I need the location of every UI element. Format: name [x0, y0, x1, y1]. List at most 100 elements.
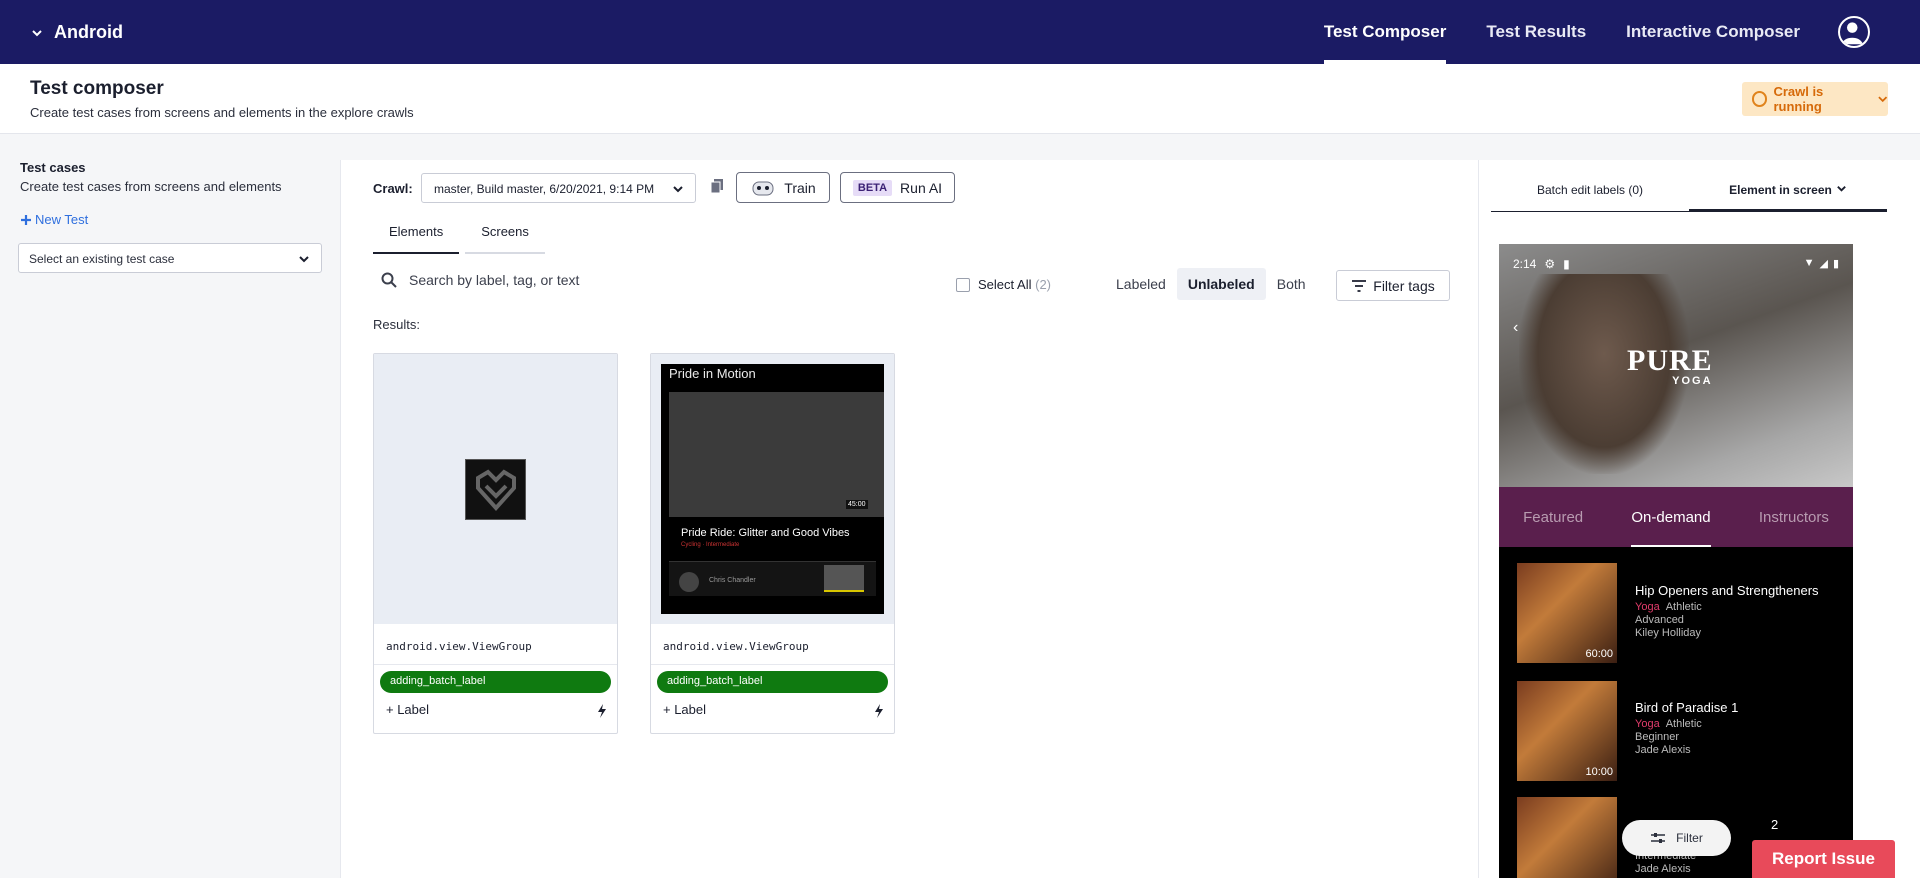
divider	[651, 664, 894, 665]
segment-labeled[interactable]: Labeled	[1105, 268, 1177, 300]
crawl-label: Crawl:	[373, 181, 413, 196]
video-info: Bird of Paradise 1 Yoga Athletic Beginner…	[1635, 700, 1738, 756]
segment-both[interactable]: Both	[1266, 268, 1317, 300]
crawl-status-text: Crawl is running	[1773, 84, 1824, 114]
select-all-checkbox[interactable]	[956, 277, 970, 292]
chevron-down-icon	[1837, 186, 1846, 192]
nav-interactive-composer[interactable]: Interactive Composer	[1626, 0, 1800, 64]
sidebar-subtitle: Create test cases from screens and eleme…	[20, 179, 282, 194]
nav-test-results[interactable]: Test Results	[1486, 0, 1586, 64]
segment-unlabeled[interactable]: Unlabeled	[1176, 268, 1266, 300]
signal-icon: ◢	[1819, 258, 1828, 270]
video-preview: Pride in Motion 45:00 Pride Ride: Glitte…	[661, 364, 884, 614]
preview-instructor: Chris Chandler	[709, 577, 756, 584]
element-card[interactable]: Pride in Motion 45:00 Pride Ride: Glitte…	[650, 353, 895, 734]
right-panel-tabs: Batch edit labels (0) Element in screen	[1491, 180, 1887, 212]
label-tag[interactable]: adding_batch_label	[380, 671, 611, 693]
top-nav: Android Test Composer Test Results Inter…	[0, 0, 1920, 64]
crawl-status-badge[interactable]: Crawl is running	[1742, 82, 1888, 116]
existing-test-placeholder: Select an existing test case	[29, 252, 175, 266]
video-duration: 60:00	[1585, 648, 1613, 660]
element-screen-tabs: Elements Screens	[373, 224, 551, 254]
plus-icon	[21, 214, 31, 225]
report-issue-button[interactable]: Report Issue	[1752, 840, 1895, 878]
video-level: Beginner	[1635, 731, 1680, 743]
page-title: Test composer	[30, 78, 164, 99]
preview-avatar	[679, 572, 699, 592]
filter-tags-button[interactable]: Filter tags	[1336, 270, 1450, 301]
preview-duration: 45:00	[846, 500, 868, 509]
search-icon	[381, 272, 397, 288]
tab-elements[interactable]: Elements	[373, 224, 460, 254]
chevron-down-icon	[299, 256, 309, 263]
crawl-select[interactable]: master, Build master, 6/20/2021, 9:14 PM	[421, 173, 696, 203]
sd-card-icon: ▮	[1563, 257, 1570, 271]
test-cases-sidebar: Test cases Create test cases from screen…	[0, 135, 340, 878]
video-info: 2	[1771, 817, 1778, 832]
category-featured: Featured	[1523, 508, 1584, 526]
lightning-icon[interactable]	[597, 704, 607, 718]
select-all[interactable]: Select All (2)	[956, 277, 1051, 292]
chevron-down-icon	[1877, 96, 1887, 103]
category-on-demand: On-demand	[1631, 487, 1711, 547]
preview-title: Pride in Motion	[669, 366, 756, 381]
element-thumbnail: Pride in Motion 45:00 Pride Ride: Glitte…	[651, 354, 894, 624]
element-card[interactable]: android.view.ViewGroup adding_batch_labe…	[373, 353, 618, 734]
train-button[interactable]: Train	[736, 172, 830, 203]
video-style: Yoga Athletic	[1635, 718, 1738, 730]
video-title: Hip Openers and Strengtheners	[1635, 583, 1819, 598]
filter-icon	[1352, 279, 1367, 292]
user-avatar-icon[interactable]	[1838, 16, 1870, 48]
preview-caption: Pride Ride: Glitter and Good Vibes	[681, 527, 850, 539]
label-tag[interactable]: adding_batch_label	[657, 671, 888, 693]
element-thumbnail	[374, 354, 617, 624]
select-all-label: Select All	[978, 277, 1032, 292]
video-instructor: Jade Alexis	[1635, 863, 1691, 875]
add-label-button[interactable]: + Label	[663, 702, 706, 717]
video-type: Yoga	[1635, 718, 1660, 730]
search-placeholder: Search by label, tag, or text	[409, 272, 580, 288]
video-thumbnail: 60:00	[1517, 563, 1617, 663]
chevron-down-icon	[32, 29, 42, 36]
search-field[interactable]: Search by label, tag, or text	[381, 272, 579, 288]
nav-links: Test Composer Test Results Interactive C…	[1323, 0, 1920, 64]
nav-test-composer[interactable]: Test Composer	[1323, 0, 1446, 64]
sliders-icon	[1651, 833, 1666, 843]
run-ai-button[interactable]: BETA Run AI	[840, 172, 955, 203]
video-thumbnail	[1517, 797, 1617, 878]
tab-screens[interactable]: Screens	[465, 224, 545, 254]
category-tabs: Featured On-demand Instructors	[1499, 487, 1853, 547]
existing-test-select[interactable]: Select an existing test case	[18, 243, 322, 273]
page-header: Test composer Create test cases from scr…	[0, 64, 1920, 134]
project-name: Android	[54, 22, 123, 42]
video-instructor: Kiley Holliday	[1635, 627, 1702, 639]
add-label-button[interactable]: + Label	[386, 702, 429, 717]
settings-icon: ⚙	[1544, 257, 1556, 271]
new-test-label: New Test	[35, 212, 89, 227]
status-bar: 2:14 ⚙ ▮	[1513, 257, 1570, 271]
project-selector[interactable]: Android	[30, 22, 123, 43]
preview-image	[669, 392, 884, 517]
preview-category: Cycling · Intermediate	[681, 542, 740, 548]
results-label: Results:	[373, 317, 420, 332]
video-level: Advanced	[1635, 614, 1684, 626]
new-test-button[interactable]: New Test	[20, 212, 88, 227]
video-style-text: Athletic	[1665, 601, 1702, 613]
status-time: 2:14	[1513, 257, 1537, 271]
lightning-icon[interactable]	[874, 704, 884, 718]
filter-tags-label: Filter tags	[1373, 277, 1435, 294]
spinner-icon	[1752, 91, 1768, 107]
video-style: Yoga Athletic	[1635, 601, 1819, 613]
run-ai-label: Run AI	[900, 179, 943, 196]
chevron-down-icon	[673, 186, 683, 193]
tab-element-in-screen-label: Element in screen	[1729, 183, 1832, 197]
category-instructors: Instructors	[1758, 508, 1829, 526]
label-filter-segments: Labeled Unlabeled Both	[1105, 268, 1317, 300]
copy-icon[interactable]	[710, 178, 724, 194]
video-thumbnail: 10:00	[1517, 681, 1617, 781]
tab-element-in-screen[interactable]: Element in screen	[1689, 180, 1887, 211]
video-instructor: Jade Alexis	[1635, 744, 1691, 756]
tab-batch-edit-labels[interactable]: Batch edit labels (0)	[1491, 180, 1689, 211]
sidebar-title: Test cases	[20, 160, 86, 175]
back-icon: ‹	[1513, 319, 1519, 336]
